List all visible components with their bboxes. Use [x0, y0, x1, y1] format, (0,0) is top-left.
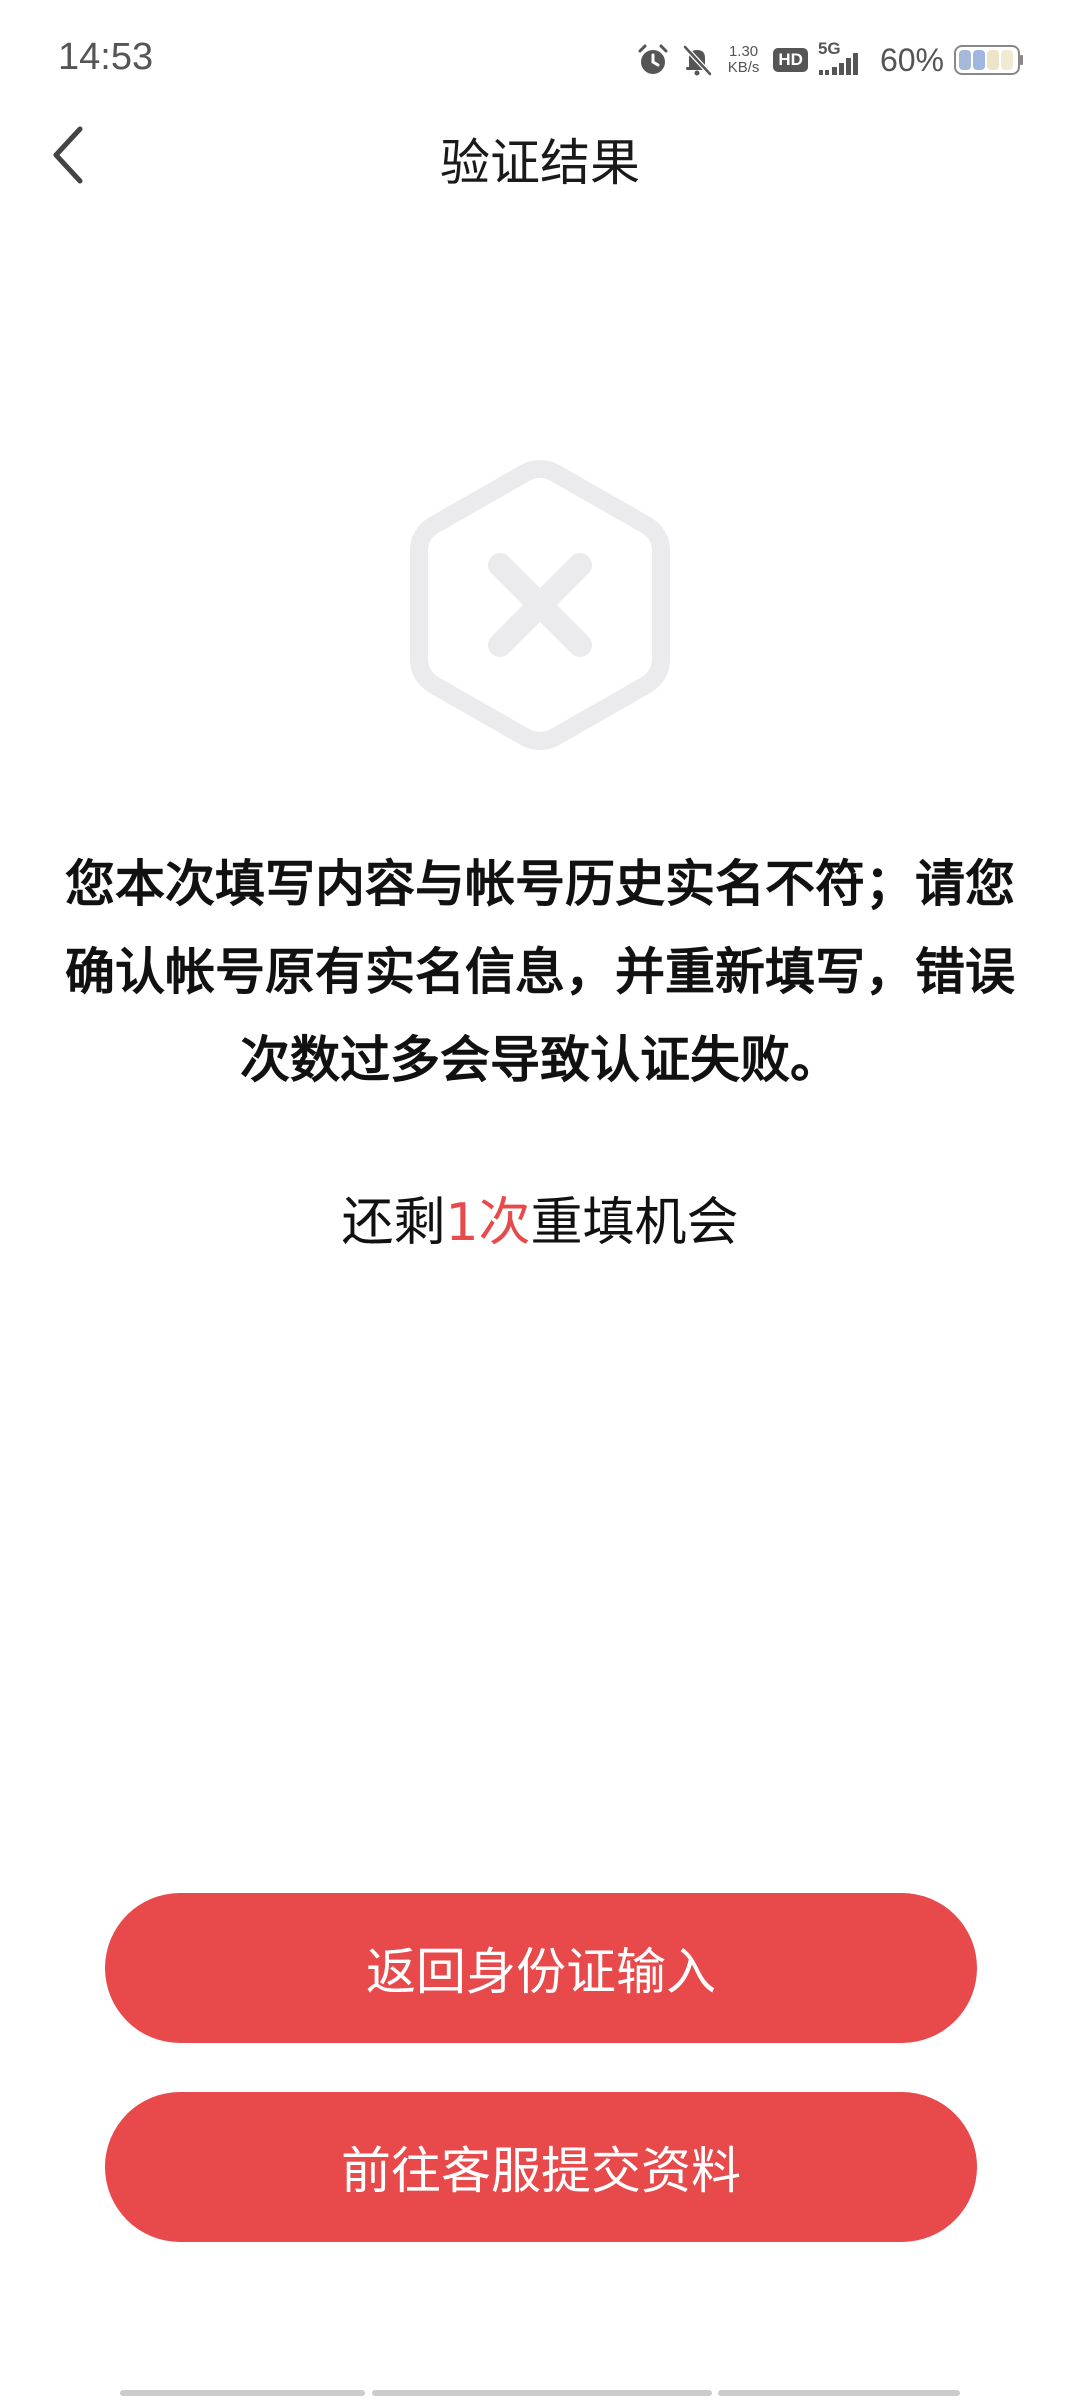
back-to-id-input-button[interactable]: 返回身份证输入: [105, 1893, 977, 2043]
battery-icon: [954, 43, 1024, 77]
remaining-count: 1次: [445, 1193, 531, 1253]
status-icons: 1.30 KB/s HD 5G 60%: [636, 36, 1024, 84]
status-time: 14:53: [58, 36, 154, 78]
contact-support-button[interactable]: 前往客服提交资料: [105, 2092, 977, 2242]
net-speed-unit: KB/s: [727, 59, 760, 76]
remaining-prefix: 还剩: [341, 1193, 446, 1253]
battery-percent: 60%: [879, 41, 944, 78]
net-speed: 1.30 KB/s: [728, 44, 760, 76]
signal-icon: 5G: [818, 39, 864, 77]
result-message: 您本次填写内容与帐号历史实名不符；请您确认帐号原有实名信息，并重新填写，错误次数…: [65, 855, 1015, 1089]
page-title: 验证结果: [440, 134, 640, 192]
remaining-suffix: 重填机会: [530, 1193, 739, 1253]
failure-x-hexagon-icon: [405, 455, 675, 755]
alarm-icon: [636, 43, 670, 77]
net-speed-value: 1.30: [728, 43, 759, 60]
mute-icon: [680, 43, 714, 77]
remaining-attempts: 还剩1次重填机会: [0, 1180, 1080, 1255]
header: 验证结果: [0, 115, 1080, 195]
gesture-bar: [120, 2390, 960, 2398]
status-bar: 14:53 1.30 KB/s HD 5G 60%: [0, 0, 1080, 120]
hd-icon: HD: [773, 48, 808, 72]
